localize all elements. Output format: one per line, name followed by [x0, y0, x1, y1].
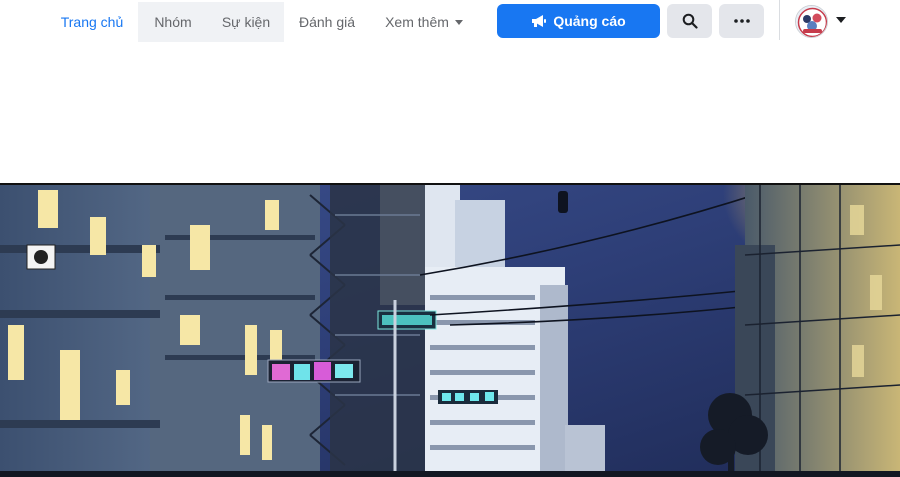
tab-reviews-label: Đánh giá [298, 14, 356, 30]
more-horizontal-icon [733, 19, 750, 23]
tab-groups[interactable]: Nhóm [138, 2, 208, 42]
tab-more[interactable]: Xem thêm [372, 2, 476, 42]
search-button[interactable] [667, 4, 712, 38]
tab-events[interactable]: Sự kiện [208, 2, 284, 42]
more-options-button[interactable] [719, 4, 764, 38]
tab-home[interactable]: Trang chủ [52, 2, 132, 42]
nav-divider [779, 0, 780, 40]
megaphone-icon [532, 15, 547, 27]
avatar-image [796, 6, 827, 37]
avatar[interactable] [795, 5, 828, 38]
advertise-button-label: Quảng cáo [553, 13, 626, 29]
chevron-down-icon [454, 20, 463, 25]
tab-groups-label: Nhóm [154, 14, 192, 30]
tab-events-label: Sự kiện [221, 14, 271, 30]
search-icon [682, 13, 698, 29]
top-navigation-bar: Trang chủ Nhóm Sự kiện Đánh giá Xem thêm… [0, 0, 900, 44]
tab-more-label: Xem thêm [385, 14, 449, 30]
caret-down-icon[interactable] [836, 17, 846, 23]
advertise-button[interactable]: Quảng cáo [497, 4, 660, 38]
tab-reviews[interactable]: Đánh giá [288, 2, 366, 42]
tab-home-label: Trang chủ [60, 14, 124, 30]
cover-image [0, 183, 900, 477]
city-street-illustration [0, 185, 900, 477]
